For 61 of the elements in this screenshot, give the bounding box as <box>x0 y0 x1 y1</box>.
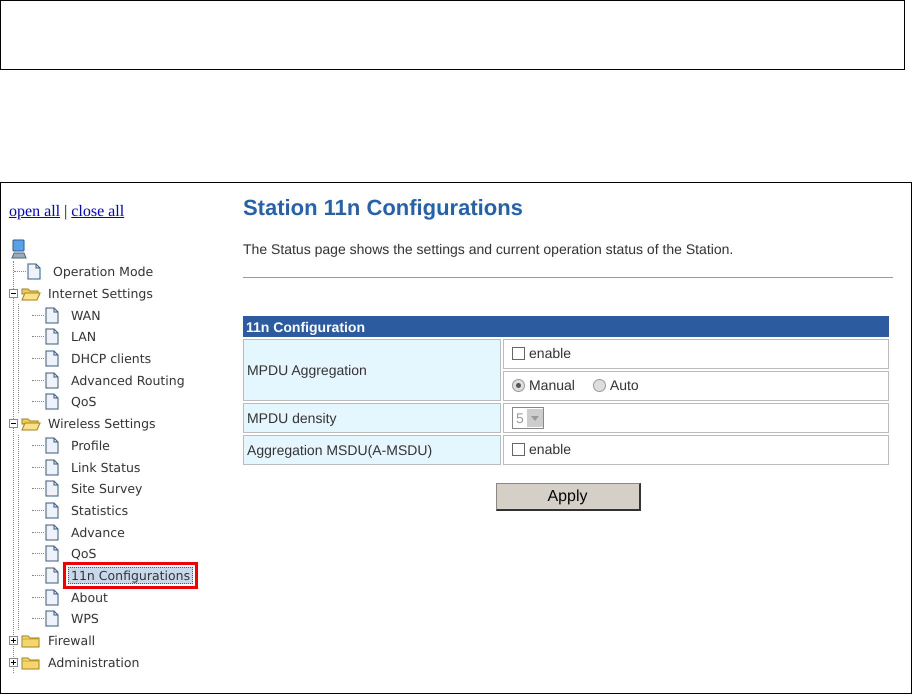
tree-item[interactable]: Link Status <box>68 458 144 476</box>
page-icon <box>44 480 60 498</box>
collapse-icon[interactable] <box>9 289 18 298</box>
tree-item[interactable]: About <box>68 588 111 606</box>
table-header: 11n Configuration <box>243 316 889 337</box>
page-description: The Status page shows the settings and current operation status of the Station. <box>243 241 734 257</box>
page-icon <box>44 545 60 562</box>
checkbox[interactable] <box>512 346 525 360</box>
tree-folder[interactable]: Wireless Settings <box>45 415 159 432</box>
open-folder-icon <box>21 416 41 432</box>
page-icon <box>44 436 60 454</box>
page-icon <box>44 393 60 410</box>
page-icon <box>44 306 60 324</box>
folder-icon <box>21 633 41 648</box>
tree-item[interactable]: Profile <box>68 436 113 454</box>
open-folder-icon <box>21 286 41 302</box>
page-title: Station 11n Configurations <box>243 195 524 221</box>
collapse-icon[interactable] <box>9 419 18 428</box>
setting-label: MPDU Aggregation <box>243 339 501 401</box>
page-icon <box>26 263 42 280</box>
folder-icon <box>21 654 41 670</box>
page-icon <box>44 610 60 628</box>
tree-folder[interactable]: Administration <box>45 654 142 671</box>
tree-folder[interactable]: Firewall <box>45 632 98 650</box>
tree-item[interactable]: Advance <box>68 524 128 541</box>
checkbox-label: enable <box>529 345 572 362</box>
open-all-link[interactable]: open all <box>9 203 60 221</box>
page-icon <box>44 588 60 606</box>
tree-item[interactable]: Statistics <box>68 502 132 519</box>
tree-item[interactable]: WPS <box>68 610 102 628</box>
apply-button[interactable]: Apply <box>496 483 640 511</box>
tree-folder[interactable]: Internet Settings <box>45 285 156 302</box>
radio-button[interactable] <box>592 378 606 392</box>
setting-label: MPDU density <box>243 403 501 433</box>
tree-item[interactable]: Operation Mode <box>50 263 156 280</box>
tree-item[interactable]: LAN <box>68 328 100 346</box>
page-icon <box>44 524 60 541</box>
tree-item[interactable]: WAN <box>68 306 104 324</box>
page-icon <box>44 328 60 346</box>
tree-item[interactable]: Advanced Routing <box>68 372 188 389</box>
page-icon <box>44 502 60 519</box>
radio-label: Manual <box>529 377 575 394</box>
page-icon <box>44 458 60 476</box>
tree-item[interactable]: DHCP clients <box>68 350 154 368</box>
tree-item[interactable]: Site Survey <box>68 480 146 498</box>
checkbox-label: enable <box>529 441 572 458</box>
radio-label: Auto <box>610 377 639 394</box>
close-all-link[interactable]: close all <box>71 203 124 221</box>
dropdown-arrow-icon <box>530 416 539 420</box>
page-icon <box>44 566 60 584</box>
setting-label: Aggregation MSDU(A-MSDU) <box>243 435 501 465</box>
expand-icon[interactable] <box>9 658 18 667</box>
expand-icon[interactable] <box>9 636 18 646</box>
computer-icon <box>11 239 27 259</box>
checkbox[interactable] <box>512 442 525 456</box>
page-icon <box>44 372 60 389</box>
tree-item[interactable]: QoS <box>68 393 100 410</box>
radio-button[interactable] <box>512 378 525 392</box>
separator: | <box>64 203 68 221</box>
page-icon <box>44 350 60 368</box>
tree-item[interactable]: QoS <box>68 545 100 562</box>
